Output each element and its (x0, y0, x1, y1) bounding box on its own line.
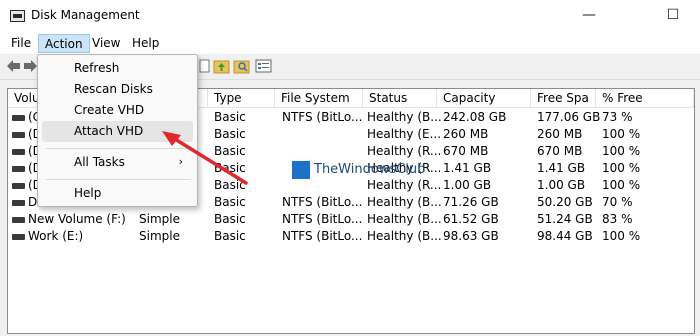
annotation-arrow-icon (162, 131, 248, 185)
